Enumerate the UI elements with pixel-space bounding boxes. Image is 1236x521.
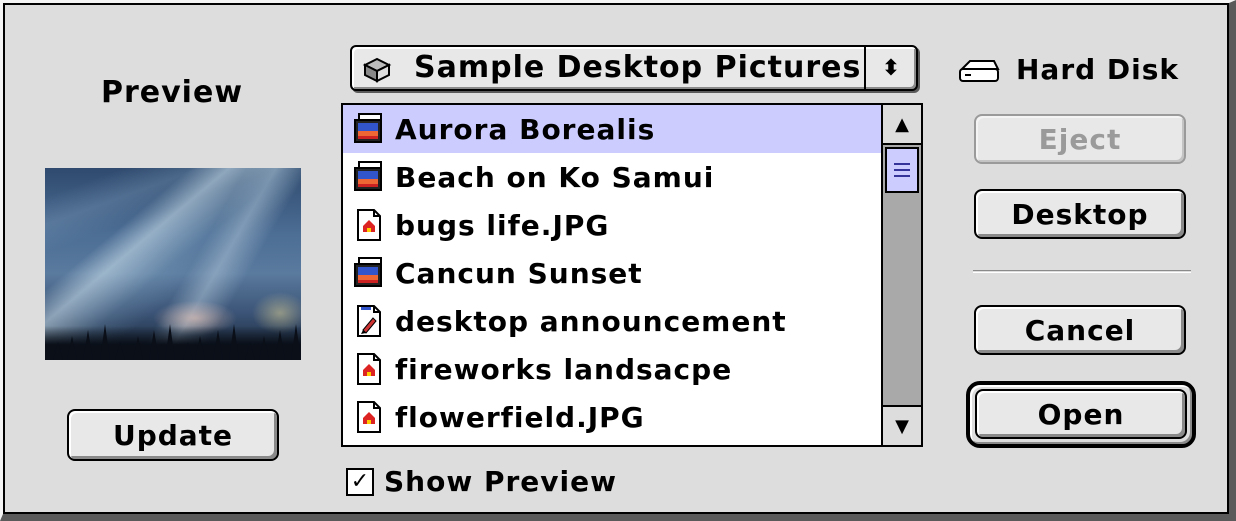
preview-tree (53, 342, 63, 360)
hard-disk-label: Hard Disk (1016, 53, 1180, 86)
file-list-item[interactable]: bugs life.JPG (343, 201, 881, 249)
folder-popup-menu[interactable]: Sample Desktop Pictures ⬍ (350, 45, 918, 91)
file-list-item[interactable]: fireworks landsacpe (343, 345, 881, 393)
preview-tree (291, 324, 301, 360)
preview-tree (183, 342, 193, 360)
jpeg-document-icon (351, 400, 385, 434)
preview-tree (275, 330, 285, 360)
file-name-label: Beach on Ko Samui (395, 160, 715, 194)
preview-tree (100, 324, 110, 360)
popup-arrows-icon: ⬍ (864, 47, 916, 89)
scroll-down-arrow-icon[interactable]: ▼ (883, 405, 921, 445)
preview-tree (115, 342, 125, 360)
file-list-item[interactable]: Cancun Sunset (343, 249, 881, 297)
volume-name: Hard Disk (956, 53, 1179, 86)
file-name-label: desktop announcement (395, 304, 787, 338)
show-preview-option[interactable]: ✓ Show Preview (346, 465, 617, 498)
file-list-item[interactable]: flowerfield.JPG (343, 393, 881, 441)
preview-tree (165, 324, 175, 360)
preview-tree (195, 336, 205, 360)
preview-tree (213, 330, 223, 360)
open-file-dialog: Preview Update Sample Desktop Pictures ⬍… (0, 0, 1236, 521)
desktop-button[interactable]: Desktop (974, 189, 1186, 239)
preview-tree (149, 330, 159, 360)
file-list[interactable]: flowerfield.JPG fireworks landsacpe deskto… (341, 103, 923, 447)
preview-tree (259, 336, 269, 360)
hard-disk-icon (959, 59, 1000, 82)
preview-tree (229, 324, 239, 360)
jpeg-document-icon (351, 208, 385, 242)
preview-tree (67, 336, 77, 360)
file-name-label: fireworks landsacpe (395, 352, 733, 386)
show-preview-checkbox[interactable]: ✓ (346, 467, 374, 496)
file-list-scrollbar[interactable]: ▲ ▼ (881, 105, 921, 445)
folder-icon (362, 57, 392, 83)
scroll-up-arrow-icon[interactable]: ▲ (883, 105, 921, 145)
button-separator (973, 270, 1191, 273)
scroll-thumb[interactable] (885, 147, 919, 193)
preview-heading: Preview (101, 75, 244, 110)
file-list-item[interactable]: desktop announcement (343, 297, 881, 345)
file-list-item[interactable]: Aurora Borealis (343, 105, 881, 153)
show-preview-label: Show Preview (384, 465, 617, 498)
eject-button[interactable]: Eject (974, 114, 1186, 164)
cancel-button[interactable]: Cancel (974, 305, 1186, 355)
file-name-label: bugs life.JPG (395, 208, 610, 242)
preview-tree (245, 342, 255, 360)
jpeg-document-icon (351, 352, 385, 386)
file-name-label: Cancun Sunset (395, 256, 643, 290)
file-name-label: Aurora Borealis (395, 112, 656, 146)
preview-thumbnail (45, 168, 301, 360)
picture-document-icon (351, 256, 385, 290)
picture-document-icon (351, 112, 385, 146)
folder-popup-label: Sample Desktop Pictures (414, 50, 862, 85)
text-document-icon (351, 304, 385, 338)
picture-document-icon (351, 160, 385, 194)
update-button[interactable]: Update (67, 409, 279, 461)
preview-tree (83, 330, 93, 360)
file-name-label: flowerfield.JPG (395, 400, 645, 434)
preview-tree (133, 336, 143, 360)
file-list-item[interactable]: Beach on Ko Samui (343, 153, 881, 201)
open-button[interactable]: Open (975, 389, 1187, 439)
